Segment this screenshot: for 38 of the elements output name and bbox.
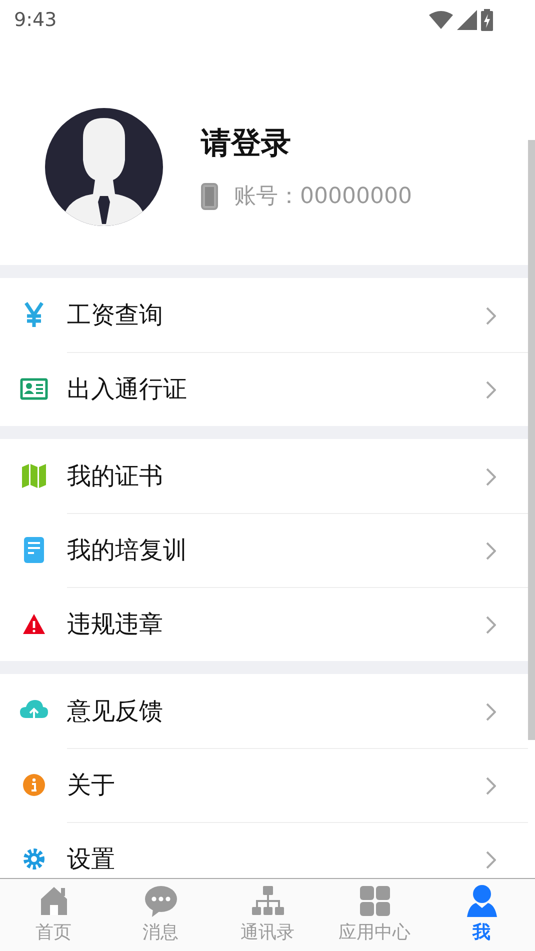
document-icon (24, 537, 44, 563)
account-number: 00000000 (300, 182, 412, 210)
chat-icon (144, 885, 176, 917)
chevron-right-icon (486, 616, 496, 634)
chevron-right-icon (486, 380, 496, 399)
scrollbar[interactable] (528, 140, 535, 740)
apps-icon (358, 885, 390, 917)
yen-icon (24, 302, 44, 328)
menu-row[interactable]: 我的证书 (0, 439, 528, 513)
org-chart-icon (252, 885, 284, 917)
chevron-right-icon (486, 468, 496, 486)
menu-row[interactable]: 意见反馈 (0, 674, 528, 748)
signal-icon (457, 10, 477, 30)
avatar-icon (45, 108, 163, 226)
menu-row[interactable]: 违规违章 (0, 587, 528, 661)
warning-icon (22, 614, 44, 634)
account-label: 账号： (234, 182, 300, 210)
chevron-right-icon (486, 850, 496, 869)
phone-icon (201, 182, 218, 210)
wifi-icon (429, 11, 453, 29)
chevron-right-icon (486, 306, 496, 325)
chevron-right-icon (486, 776, 496, 795)
map-icon (22, 464, 46, 488)
chevron-right-icon (486, 542, 496, 560)
menu-row[interactable]: 出入通行证 (0, 352, 528, 426)
chevron-right-icon (486, 702, 496, 721)
info-icon (22, 774, 44, 796)
user-icon (466, 885, 498, 917)
battery-icon (481, 9, 493, 31)
status-time: 9:43 (14, 8, 57, 33)
tab-item[interactable]: 我 (428, 879, 535, 951)
menu-row[interactable]: 关于 (0, 748, 528, 822)
settings-icon (22, 847, 46, 871)
login-prompt[interactable]: 请登录 (201, 120, 412, 166)
id-card-icon (20, 378, 48, 400)
menu-row[interactable]: 我的培复训 (0, 513, 528, 587)
menu-row[interactable]: 设置 (0, 822, 528, 878)
menu-row[interactable]: 工资查询 (0, 278, 528, 352)
